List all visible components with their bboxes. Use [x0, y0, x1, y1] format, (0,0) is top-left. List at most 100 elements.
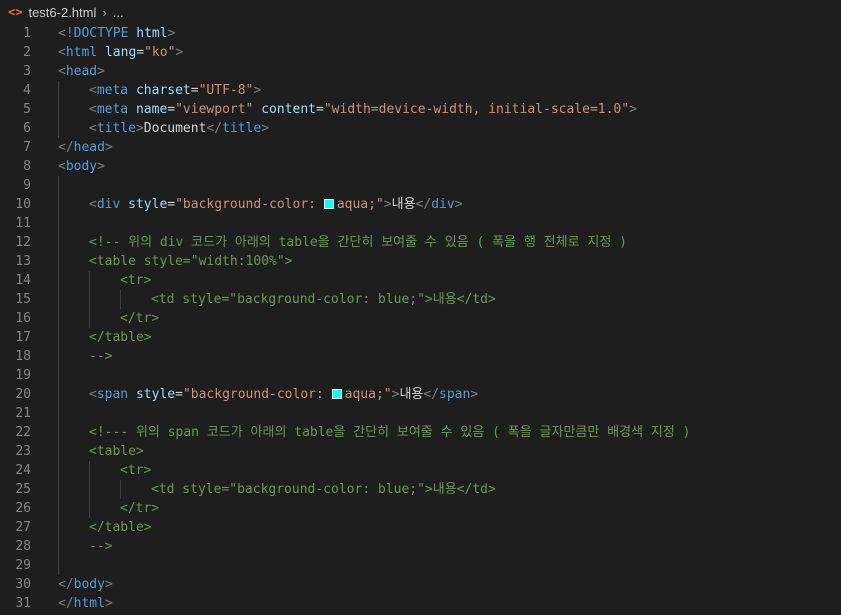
line-number: 10 [15, 197, 31, 212]
code-content: <html lang="ko"> [58, 43, 183, 62]
code-line[interactable]: 18 --> [0, 347, 841, 366]
code-token: </table> [89, 330, 152, 345]
code-line[interactable]: 28 --> [0, 537, 841, 556]
indent-guide [58, 176, 59, 195]
indent-guide [58, 100, 59, 119]
breadcrumb-file[interactable]: test6-2.html [28, 5, 96, 20]
indent-guide [58, 423, 59, 442]
line-number: 2 [23, 45, 31, 60]
code-line[interactable]: 8 <body> [0, 157, 841, 176]
code-line[interactable]: 19 [0, 366, 841, 385]
code-line[interactable]: 22 <!--- 위의 span 코드가 아래의 table을 간단히 보여줄 수… [0, 423, 841, 442]
code-content: <!DOCTYPE html> [58, 24, 175, 43]
code-line[interactable]: 10 <div style="background-color: aqua;">내… [0, 195, 841, 214]
code-line[interactable]: 1 <!DOCTYPE html> [0, 24, 841, 43]
code-line[interactable]: 14 <tr> [0, 271, 841, 290]
line-number: 30 [15, 577, 31, 592]
code-token: head [73, 140, 105, 155]
code-token: DOCTYPE [73, 26, 129, 41]
indent-guide [58, 385, 59, 404]
code-editor[interactable]: 1 <!DOCTYPE html> 2 <html lang="ko"> 3 <head>… [0, 24, 841, 613]
code-token: meta [96, 102, 129, 117]
code-line[interactable]: 12 <!-- 위의 div 코드가 아래의 table을 간단히 보여줄 수 있… [0, 233, 841, 252]
code-token: style [128, 197, 168, 212]
indent-guide [58, 499, 59, 518]
line-number: 28 [15, 539, 31, 554]
code-line[interactable]: 5 <meta name="viewport" content="width=de… [0, 100, 841, 119]
code-token: "width=device-width, initial-scale=1.0" [323, 102, 630, 117]
line-number: 4 [23, 83, 31, 98]
code-content: <title>Document</title> [89, 119, 269, 138]
code-line[interactable]: 25 <td style="background-color: blue;">내용… [0, 480, 841, 499]
code-token: lang [104, 45, 137, 60]
code-token: = [136, 45, 145, 60]
code-content: --> [89, 347, 112, 366]
code-token: < [89, 121, 97, 136]
code-content: <body> [58, 157, 105, 176]
code-line[interactable]: 23 <table> [0, 442, 841, 461]
breadcrumb-more[interactable]: ... [113, 5, 124, 20]
code-line[interactable]: 31 </html> [0, 594, 841, 613]
code-token: meta [96, 83, 129, 98]
code-line[interactable]: 3 <head> [0, 62, 841, 81]
code-line[interactable]: 7 </head> [0, 138, 841, 157]
code-content: <table style="width:100%"> [89, 252, 293, 271]
code-token: title [222, 121, 262, 136]
code-line[interactable]: 27 </table> [0, 518, 841, 537]
indent-guide [89, 271, 90, 290]
code-line[interactable]: 16 </tr> [0, 309, 841, 328]
code-content: </table> [89, 328, 152, 347]
code-content: <meta charset="UTF-8"> [89, 81, 261, 100]
indent-guide [89, 499, 90, 518]
code-line[interactable]: 13 <table style="width:100%"> [0, 252, 841, 271]
code-line[interactable]: 29 [0, 556, 841, 575]
code-content: </table> [89, 518, 152, 537]
code-token: html [65, 45, 98, 60]
code-line[interactable]: 24 <tr> [0, 461, 841, 480]
code-token: <td style="background-color: blue;">내용</… [151, 482, 496, 497]
indent-guide [58, 233, 59, 252]
code-content: <span style="background-color: aqua;">내용… [89, 385, 478, 404]
line-number: 3 [23, 64, 31, 79]
color-swatch-icon[interactable] [323, 199, 334, 209]
line-number: 24 [15, 463, 31, 478]
line-number: 13 [15, 254, 31, 269]
indent-guide [58, 81, 59, 100]
code-token: 내용 [399, 387, 424, 402]
code-token: aqua;" [344, 387, 392, 402]
code-content: </tr> [120, 499, 159, 518]
indent-guide [58, 404, 59, 423]
code-content: <td style="background-color: blue;">내용</… [151, 290, 496, 309]
code-line[interactable]: 17 </table> [0, 328, 841, 347]
code-content: </body> [58, 575, 113, 594]
code-token: body [73, 577, 105, 592]
indent-guide [58, 290, 59, 309]
code-token: span [439, 387, 471, 402]
code-token: > [104, 596, 113, 611]
code-token: > [629, 102, 637, 117]
code-line[interactable]: 30 </body> [0, 575, 841, 594]
code-line[interactable]: 6 <title>Document</title> [0, 119, 841, 138]
code-line[interactable]: 4 <meta charset="UTF-8"> [0, 81, 841, 100]
color-swatch-icon[interactable] [331, 389, 342, 399]
code-token: </tr> [120, 501, 160, 516]
code-line[interactable]: 26 </tr> [0, 499, 841, 518]
line-number: 23 [15, 444, 31, 459]
code-token: = [167, 102, 176, 117]
code-token: < [89, 102, 97, 117]
line-number: 27 [15, 520, 31, 535]
indent-guide [58, 328, 59, 347]
code-line[interactable]: 9 [0, 176, 841, 195]
code-token: div [431, 197, 455, 212]
indent-guide [89, 480, 90, 499]
code-token: > [135, 121, 144, 136]
code-token: "UTF-8" [198, 83, 254, 98]
code-line[interactable]: 21 [0, 404, 841, 423]
code-line[interactable]: 20 <span style="background-color: aqua;">… [0, 385, 841, 404]
line-number: 12 [15, 235, 31, 250]
code-line[interactable]: 11 [0, 214, 841, 233]
code-line[interactable]: 15 <td style="background-color: blue;">내용… [0, 290, 841, 309]
code-line[interactable]: 2 <html lang="ko"> [0, 43, 841, 62]
